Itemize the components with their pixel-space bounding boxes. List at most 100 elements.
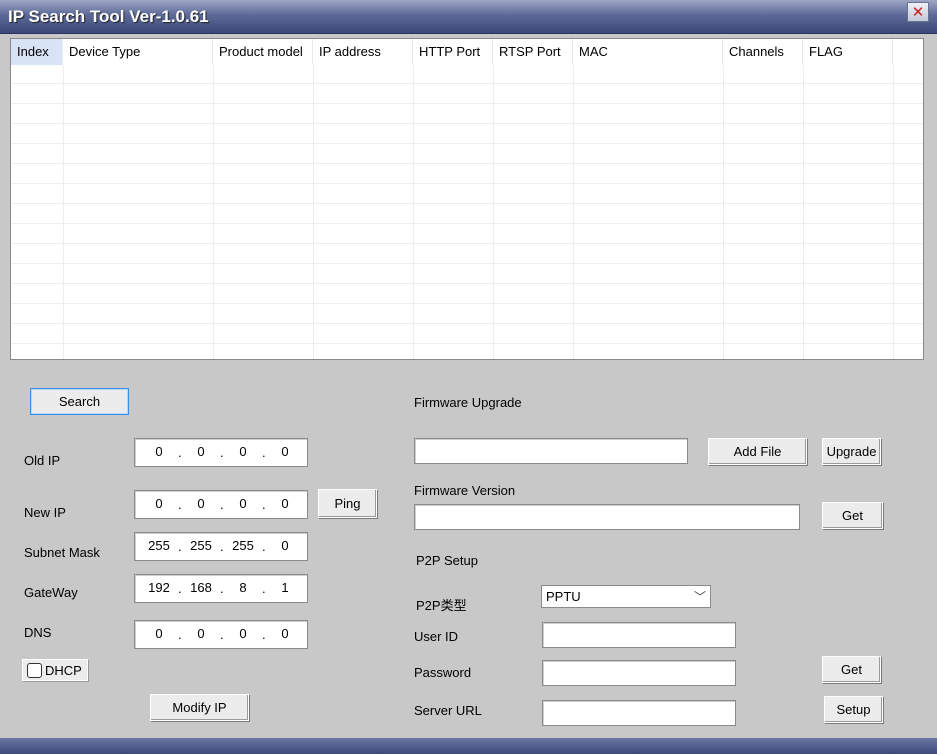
get-version-button[interactable]: Get — [822, 502, 883, 529]
gateway-octet: 1 — [281, 580, 289, 595]
p2p-type-value: PPTU — [546, 589, 581, 604]
ip-dot: . — [220, 627, 224, 642]
grid-row-line — [11, 123, 923, 124]
grid-column-line — [413, 65, 414, 359]
subnet-octet: 255 — [232, 538, 254, 553]
user-id-label: User ID — [414, 629, 459, 644]
grid-row-line — [11, 263, 923, 264]
subnet-octet: 255 — [190, 538, 212, 553]
new-ip-input[interactable]: 0 . 0 . 0 . 0 — [134, 490, 308, 519]
user-id-input[interactable] — [542, 622, 736, 648]
old-ip-label: Old IP — [24, 453, 61, 468]
grid-row-line — [11, 223, 923, 224]
column-channels[interactable]: Channels — [723, 39, 803, 65]
gateway-octet: 8 — [239, 580, 247, 595]
gateway-input[interactable]: 192 . 168 . 8 . 1 — [134, 574, 308, 603]
ip-dot: . — [178, 581, 182, 596]
ip-dot: . — [220, 497, 224, 512]
server-url-label: Server URL — [414, 703, 482, 718]
old-ip-octet: 0 — [281, 444, 289, 459]
grid-row-line — [11, 183, 923, 184]
grid-column-line — [803, 65, 804, 359]
dns-octet: 0 — [239, 626, 247, 641]
dns-input[interactable]: 0 . 0 . 0 . 0 — [134, 620, 308, 649]
new-ip-octet: 0 — [197, 496, 205, 511]
dhcp-checkbox[interactable]: DHCP — [22, 659, 88, 681]
gateway-octet: 192 — [148, 580, 170, 595]
old-ip-octet: 0 — [197, 444, 205, 459]
get-p2p-button[interactable]: Get — [822, 656, 881, 683]
firmware-version-field[interactable] — [414, 504, 800, 530]
device-list[interactable]: Index Device Type Product model IP addre… — [10, 38, 924, 360]
grid-column-line — [573, 65, 574, 359]
server-url-input[interactable] — [542, 700, 736, 726]
ip-dot: . — [262, 497, 266, 512]
new-ip-octet: 0 — [281, 496, 289, 511]
new-ip-label: New IP — [24, 505, 66, 520]
ip-dot: . — [220, 445, 224, 460]
subnet-octet: 255 — [148, 538, 170, 553]
firmware-file-input[interactable] — [414, 438, 688, 464]
column-http-port[interactable]: HTTP Port — [413, 39, 493, 65]
column-product-model[interactable]: Product model — [213, 39, 313, 65]
modify-ip-button[interactable]: Modify IP — [150, 694, 249, 721]
ip-dot: . — [178, 445, 182, 460]
old-ip-input[interactable]: 0 . 0 . 0 . 0 — [134, 438, 308, 467]
gateway-label: GateWay — [24, 585, 78, 600]
p2p-setup-heading: P2P Setup — [416, 553, 478, 568]
gateway-octet: 168 — [190, 580, 212, 595]
p2p-type-select[interactable]: PPTU ﹀ — [541, 585, 711, 608]
new-ip-octet: 0 — [155, 496, 163, 511]
subnet-octet: 0 — [281, 538, 289, 553]
column-device-type[interactable]: Device Type — [63, 39, 213, 65]
old-ip-octet: 0 — [155, 444, 163, 459]
ip-dot: . — [178, 627, 182, 642]
column-index[interactable]: Index — [11, 39, 63, 65]
subnet-mask-input[interactable]: 255 . 255 . 255 . 0 — [134, 532, 308, 561]
add-file-button[interactable]: Add File — [708, 438, 807, 465]
firmware-upgrade-heading: Firmware Upgrade — [414, 395, 522, 410]
grid-row-line — [11, 143, 923, 144]
firmware-version-heading: Firmware Version — [414, 483, 516, 498]
ping-button[interactable]: Ping — [318, 489, 377, 518]
password-label: Password — [414, 665, 472, 680]
dns-octet: 0 — [281, 626, 289, 641]
grid-row-line — [11, 83, 923, 84]
dhcp-label: DHCP — [45, 663, 82, 678]
column-rtsp-port[interactable]: RTSP Port — [493, 39, 573, 65]
grid-row-line — [11, 163, 923, 164]
upgrade-button[interactable]: Upgrade — [822, 438, 881, 465]
subnet-mask-label: Subnet Mask — [24, 545, 100, 560]
grid-column-line — [493, 65, 494, 359]
dns-octet: 0 — [155, 626, 163, 641]
column-flag[interactable]: FLAG — [803, 39, 893, 65]
title-bar: IP Search Tool Ver-1.0.61 ✕ — [0, 0, 937, 34]
grid-column-line — [63, 65, 64, 359]
device-list-body — [11, 65, 923, 359]
close-icon: ✕ — [911, 3, 925, 21]
status-bar — [0, 738, 937, 754]
ip-dot: . — [262, 581, 266, 596]
ip-dot: . — [178, 539, 182, 554]
dns-label: DNS — [24, 625, 52, 640]
search-button[interactable]: Search — [30, 388, 129, 415]
ip-dot: . — [220, 539, 224, 554]
grid-row-line — [11, 243, 923, 244]
grid-row-line — [11, 323, 923, 324]
close-button[interactable]: ✕ — [907, 2, 929, 22]
ip-dot: . — [178, 497, 182, 512]
dns-octet: 0 — [197, 626, 205, 641]
grid-row-line — [11, 283, 923, 284]
password-input[interactable] — [542, 660, 736, 686]
window-title: IP Search Tool Ver-1.0.61 — [8, 7, 209, 26]
grid-row-line — [11, 203, 923, 204]
new-ip-octet: 0 — [239, 496, 247, 511]
grid-column-line — [893, 65, 894, 359]
column-mac[interactable]: MAC — [573, 39, 723, 65]
ip-dot: . — [220, 581, 224, 596]
setup-button[interactable]: Setup — [824, 696, 883, 723]
column-ip-address[interactable]: IP address — [313, 39, 413, 65]
p2p-type-label: P2P类型 — [416, 598, 467, 613]
dhcp-check-box[interactable] — [27, 663, 42, 678]
grid-row-line — [11, 303, 923, 304]
